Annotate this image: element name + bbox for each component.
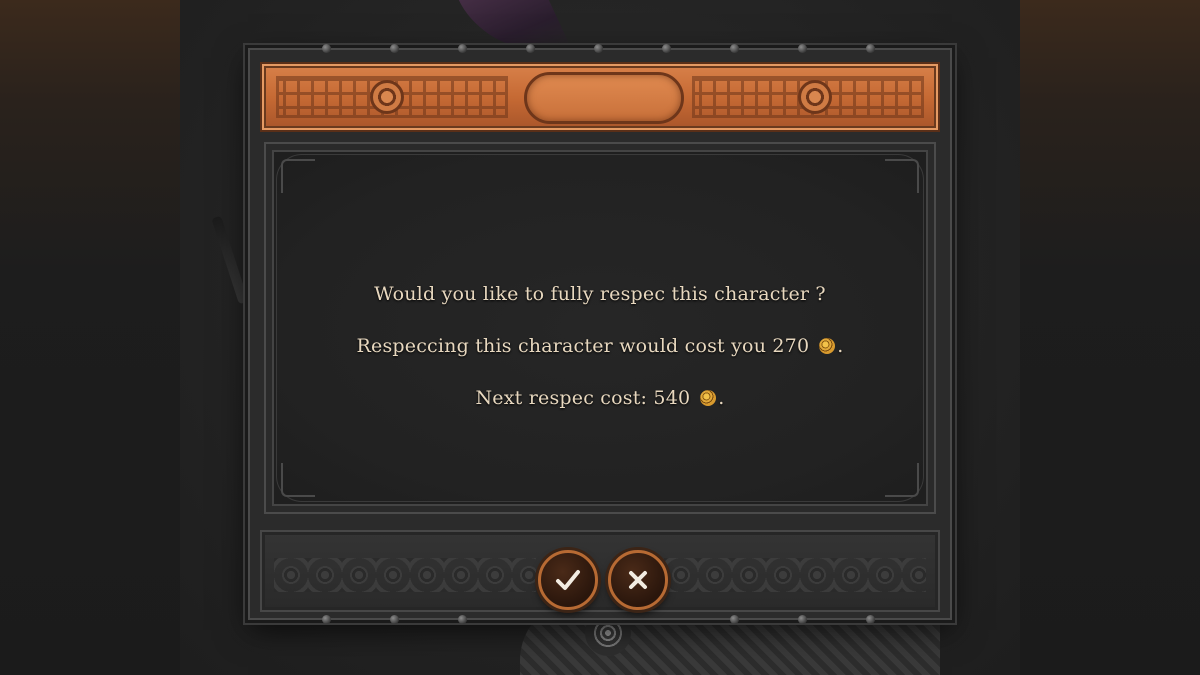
cancel-button[interactable] — [608, 550, 668, 610]
rivet — [526, 44, 535, 53]
rivet — [458, 615, 467, 624]
rivet — [322, 44, 331, 53]
rivet — [390, 615, 399, 624]
respec-cost-text: Respeccing this character would cost you… — [356, 335, 810, 357]
rosette-medallion — [370, 80, 404, 114]
rivet — [730, 44, 739, 53]
confirm-button[interactable] — [538, 550, 598, 610]
panel-corner-ornament — [281, 159, 315, 193]
rivet — [662, 44, 671, 53]
rivet — [730, 615, 739, 624]
message-panel: Would you like to fully respec this char… — [264, 142, 936, 514]
rivet — [458, 44, 467, 53]
gold-coin-icon — [700, 390, 717, 406]
panel-corner-ornament — [885, 463, 919, 497]
rivet — [322, 615, 331, 624]
background-left-panel — [0, 0, 180, 675]
rivet — [866, 44, 875, 53]
period: . — [837, 335, 844, 357]
header-cartouche — [524, 72, 684, 124]
rivet — [798, 615, 807, 624]
gold-coin-icon — [819, 338, 836, 354]
wave-pattern-left — [274, 558, 536, 592]
rivet — [390, 44, 399, 53]
wave-pattern-right — [664, 558, 926, 592]
respec-question: Would you like to fully respec this char… — [277, 283, 923, 305]
panel-corner-ornament — [281, 463, 315, 497]
background-right-panel — [1020, 0, 1200, 675]
rivet — [594, 44, 603, 53]
checkmark-icon — [556, 570, 580, 590]
x-close-icon — [629, 571, 647, 589]
respec-question-text: Would you like to fully respec this char… — [374, 283, 826, 305]
respec-confirm-dialog: Would you like to fully respec this char… — [248, 44, 952, 624]
message-panel-inner: Would you like to fully respec this char… — [276, 154, 924, 502]
respec-cost-line: Respeccing this character would cost you… — [277, 335, 923, 357]
rivet — [866, 615, 875, 624]
next-respec-cost-line: Next respec cost: 540. — [277, 387, 923, 409]
next-respec-cost-text: Next respec cost: 540 — [475, 387, 691, 409]
dialog-footer-ornament — [260, 530, 940, 612]
panel-corner-ornament — [885, 159, 919, 193]
rosette-medallion — [798, 80, 832, 114]
period: . — [718, 387, 725, 409]
dialog-header-ornament — [260, 62, 940, 132]
rivet — [798, 44, 807, 53]
